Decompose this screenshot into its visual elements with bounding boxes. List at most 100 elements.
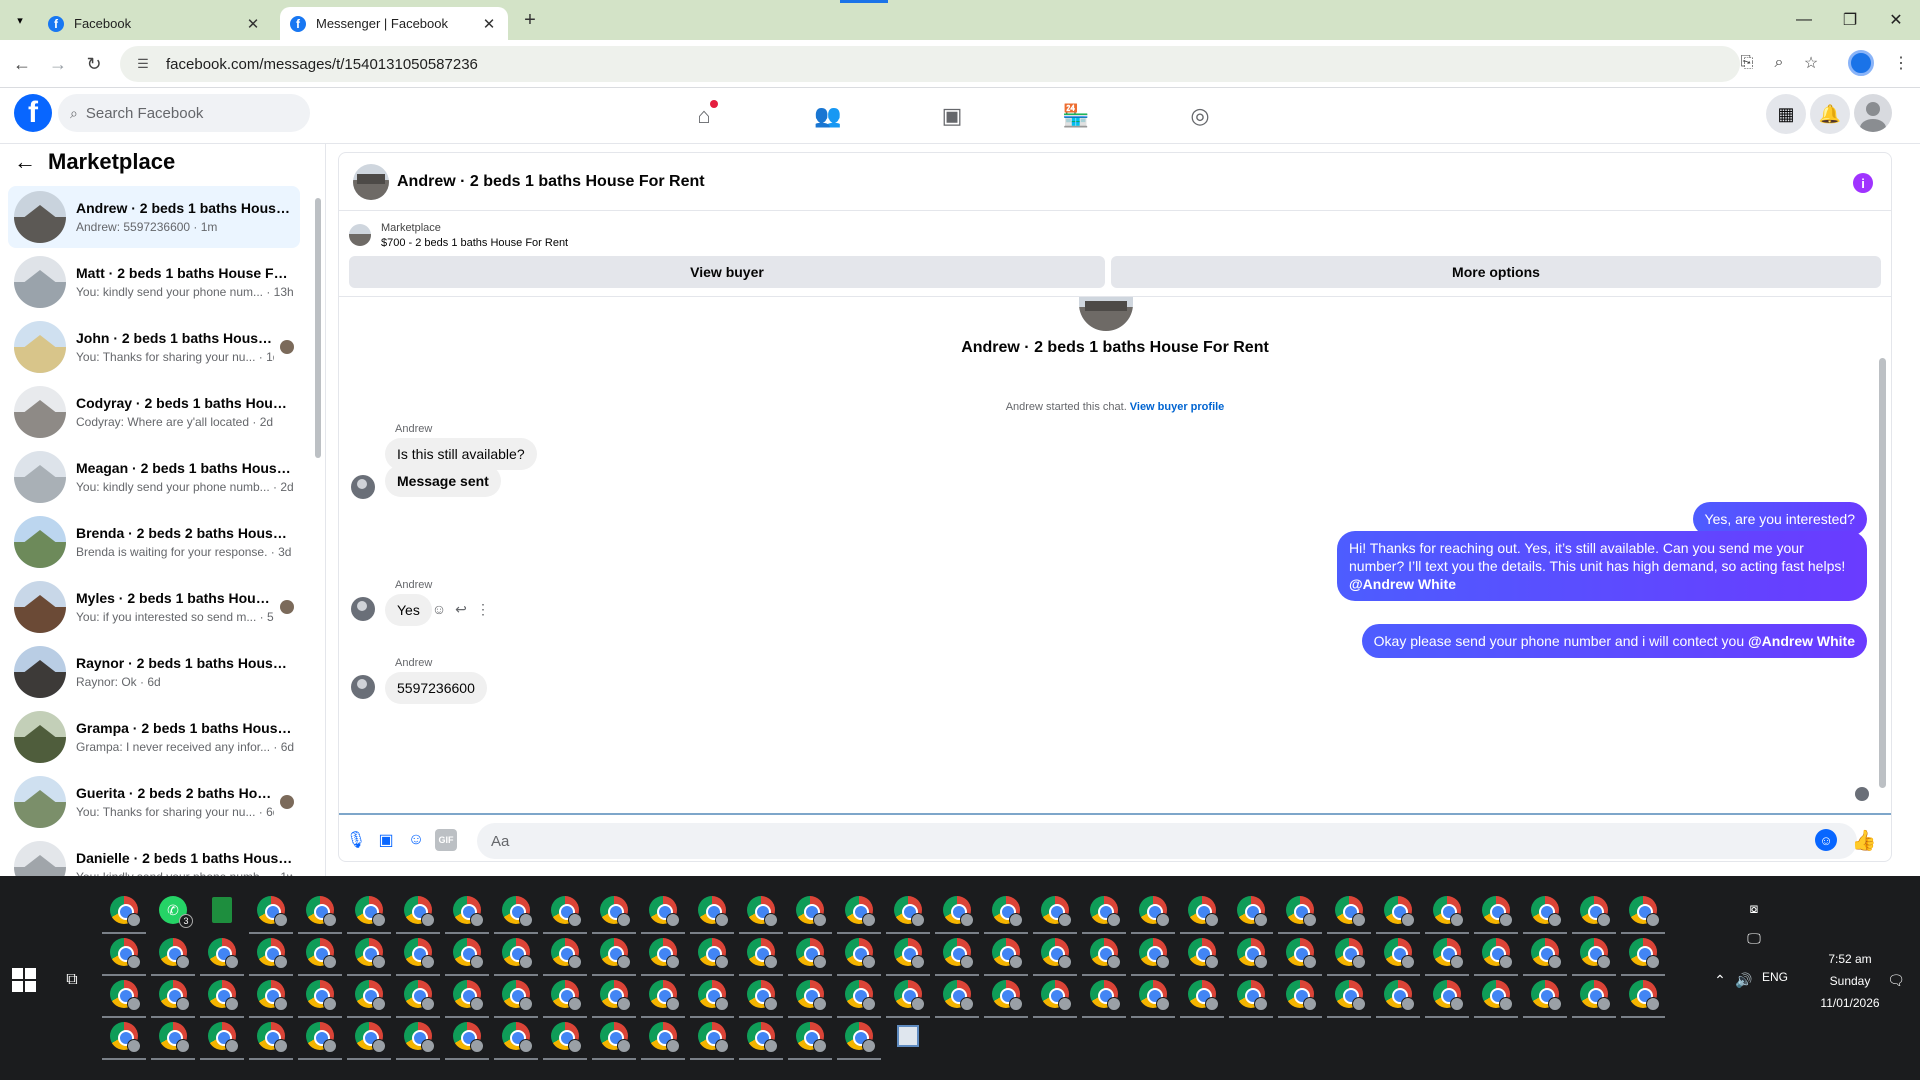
chrome-taskbar-icon[interactable] — [649, 1022, 680, 1053]
restore-icon[interactable]: ❐ — [1830, 6, 1870, 34]
message-input[interactable]: Aa — [477, 823, 1857, 859]
chrome-taskbar-icon[interactable] — [796, 938, 827, 969]
chrome-taskbar-icon[interactable] — [404, 896, 435, 927]
minimize-icon[interactable]: — — [1784, 6, 1824, 34]
volume-icon[interactable]: 🔊 — [1734, 970, 1754, 990]
conversation-item[interactable]: Brenda · 2 beds 2 baths House F... Brenda… — [8, 511, 300, 573]
chrome-taskbar-icon[interactable] — [502, 1022, 533, 1053]
react-emoji-icon[interactable]: ☺ — [429, 599, 449, 619]
chrome-taskbar-icon[interactable] — [1286, 938, 1317, 969]
chrome-taskbar-icon[interactable] — [208, 938, 239, 969]
chrome-taskbar-icon[interactable] — [698, 1022, 729, 1053]
chrome-taskbar-icon[interactable] — [1384, 938, 1415, 969]
chrome-taskbar-icon[interactable] — [1090, 938, 1121, 969]
chrome-taskbar-icon[interactable] — [306, 1022, 337, 1053]
sender-avatar[interactable] — [351, 675, 375, 699]
chrome-taskbar-icon[interactable] — [649, 896, 680, 927]
chrome-taskbar-icon[interactable] — [502, 896, 533, 927]
close-window-icon[interactable]: ✕ — [1876, 6, 1916, 34]
chrome-taskbar-icon[interactable] — [257, 980, 288, 1011]
whatsapp-taskbar-icon[interactable]: ✆ 3 — [159, 896, 193, 928]
chrome-taskbar-icon[interactable] — [1041, 896, 1072, 927]
forward-arrow-icon[interactable]: → — [44, 50, 72, 78]
account-avatar[interactable] — [1854, 94, 1892, 132]
listing-summary[interactable]: Marketplace $700 - 2 beds 1 baths House … — [349, 219, 1879, 251]
chrome-taskbar-icon[interactable] — [1041, 938, 1072, 969]
chrome-taskbar-icon[interactable] — [257, 1022, 288, 1053]
chrome-taskbar-icon[interactable] — [110, 980, 141, 1011]
chrome-taskbar-icon[interactable] — [453, 896, 484, 927]
chrome-taskbar-icon[interactable] — [1482, 938, 1513, 969]
chrome-taskbar-icon[interactable] — [1139, 896, 1170, 927]
menu-grid-icon[interactable]: ▦ — [1766, 94, 1806, 134]
paint-taskbar-icon[interactable] — [897, 1025, 919, 1047]
emoji-icon[interactable]: ☺ — [1815, 829, 1837, 851]
attach-photo-icon[interactable]: ▣ — [375, 829, 397, 851]
more-actions-icon[interactable]: ⋮ — [473, 599, 493, 619]
incoming-message[interactable]: Message sent — [385, 465, 501, 497]
chrome-taskbar-icon[interactable] — [1286, 896, 1317, 927]
incoming-message[interactable]: 5597236600 — [385, 672, 487, 704]
chrome-taskbar-icon[interactable] — [1335, 938, 1366, 969]
sender-avatar[interactable] — [351, 475, 375, 499]
install-app-icon[interactable]: ⎘ — [1734, 50, 1760, 76]
chrome-taskbar-icon[interactable] — [943, 938, 974, 969]
chrome-taskbar-icon[interactable] — [649, 938, 680, 969]
conversation-item[interactable]: Meagan · 2 beds 1 baths House ... You: ki… — [8, 446, 300, 508]
message-scrollbar[interactable] — [1877, 303, 1887, 809]
chrome-taskbar-icon[interactable] — [1090, 980, 1121, 1011]
site-info-icon[interactable]: ☰ — [134, 55, 152, 73]
chrome-taskbar-icon[interactable] — [453, 938, 484, 969]
marketplace-icon[interactable]: 🏪 — [1058, 98, 1094, 134]
conversation-item[interactable]: Andrew · 2 beds 1 baths House ... Andrew:… — [8, 186, 300, 248]
chrome-taskbar-icon[interactable] — [1286, 980, 1317, 1011]
tray-device-icon[interactable]: ⧇ — [1744, 898, 1764, 918]
chrome-taskbar-icon[interactable] — [1188, 896, 1219, 927]
chrome-taskbar-icon[interactable] — [1580, 980, 1611, 1011]
clock[interactable]: 7:52 am Sunday 11/01/2026 — [1800, 948, 1900, 1014]
chrome-taskbar-icon[interactable] — [453, 1022, 484, 1053]
chrome-taskbar-icon[interactable] — [600, 938, 631, 969]
chrome-taskbar-icon[interactable] — [355, 980, 386, 1011]
tray-display-icon[interactable]: 🖵 — [1744, 928, 1764, 948]
new-tab-plus-icon[interactable]: + — [518, 8, 542, 32]
chrome-taskbar-icon[interactable] — [1433, 896, 1464, 927]
chrome-taskbar-icon[interactable] — [502, 938, 533, 969]
listing-thumbnail[interactable] — [353, 163, 389, 200]
chrome-taskbar-icon[interactable] — [1090, 896, 1121, 927]
chrome-taskbar-icon[interactable] — [208, 980, 239, 1011]
outgoing-message[interactable]: Hi! Thanks for reaching out. Yes, it’s s… — [1337, 531, 1867, 601]
chrome-taskbar-icon[interactable] — [1237, 980, 1268, 1011]
chrome-taskbar-icon[interactable] — [355, 896, 386, 927]
sticker-icon[interactable]: ☺ — [405, 829, 427, 851]
chrome-taskbar-icon[interactable] — [845, 980, 876, 1011]
chrome-taskbar-icon[interactable] — [1531, 896, 1562, 927]
facebook-logo-icon[interactable]: f — [14, 94, 52, 132]
chrome-taskbar-icon[interactable] — [1433, 980, 1464, 1011]
chrome-taskbar-icon[interactable] — [110, 938, 141, 969]
more-options-button[interactable]: More options — [1111, 256, 1881, 288]
conversation-item[interactable]: Codyray · 2 beds 1 baths House ... Codyra… — [8, 381, 300, 443]
chrome-taskbar-icon[interactable] — [1482, 980, 1513, 1011]
info-icon[interactable]: i — [1853, 173, 1873, 193]
chrome-taskbar-icon[interactable] — [404, 1022, 435, 1053]
chrome-taskbar-icon[interactable] — [894, 980, 925, 1011]
chrome-taskbar-icon[interactable] — [551, 1022, 582, 1053]
chrome-taskbar-icon[interactable] — [1041, 980, 1072, 1011]
tab-messenger[interactable]: f Messenger | Facebook ✕ — [280, 7, 508, 40]
close-tab-icon[interactable]: ✕ — [244, 15, 262, 33]
chrome-taskbar-icon[interactable] — [992, 938, 1023, 969]
chrome-taskbar-icon[interactable] — [1482, 896, 1513, 927]
chrome-taskbar-icon[interactable] — [1629, 938, 1660, 969]
chrome-taskbar-icon[interactable] — [1139, 938, 1170, 969]
chrome-taskbar-icon[interactable] — [698, 896, 729, 927]
chrome-taskbar-icon[interactable] — [159, 938, 190, 969]
chrome-taskbar-icon[interactable] — [845, 1022, 876, 1053]
chrome-taskbar-icon[interactable] — [943, 896, 974, 927]
chrome-taskbar-icon[interactable] — [1384, 980, 1415, 1011]
chrome-taskbar-icon[interactable] — [404, 938, 435, 969]
chrome-taskbar-icon[interactable] — [649, 980, 680, 1011]
tab-search-chevron-icon[interactable]: ▾ — [8, 8, 32, 32]
chrome-taskbar-icon[interactable] — [306, 896, 337, 927]
windows-start-icon[interactable] — [12, 968, 36, 992]
